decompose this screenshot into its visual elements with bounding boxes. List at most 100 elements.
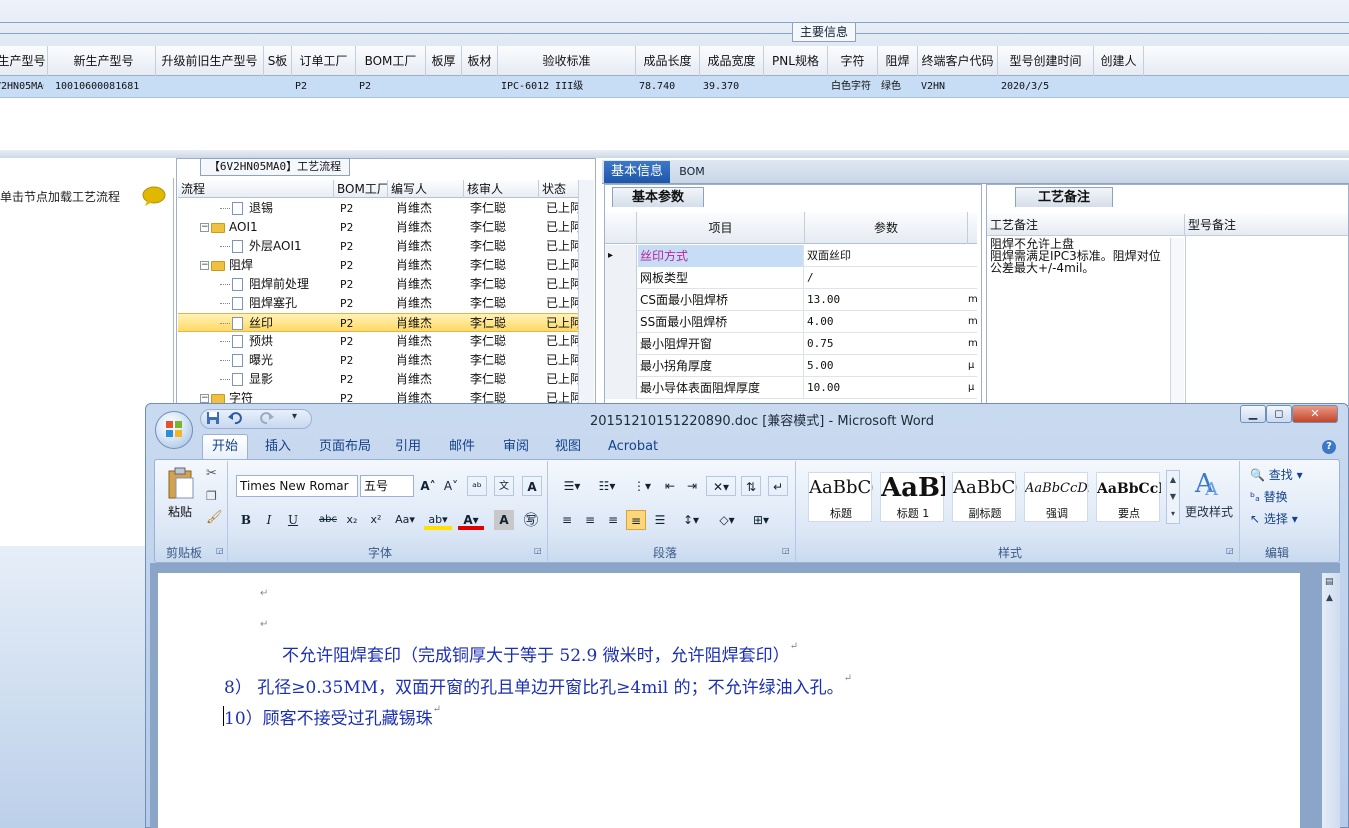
character-border-icon[interactable]: A [522,476,542,496]
grid-column-header[interactable]: 型号创建时间 [998,46,1094,76]
sort-icon[interactable]: ⇅ [741,476,761,496]
splitter[interactable] [0,150,1349,158]
tree-row[interactable]: 预烘 P2 肖维杰 李仁聪 已上阿 [178,332,578,351]
find-button[interactable]: 🔍 查找 ▾ [1250,466,1303,484]
param-value[interactable]: 4.00 [805,311,968,333]
highlight-color-icon[interactable]: ab▾ [424,510,452,530]
text-direction-icon[interactable]: ✕▾ [706,476,736,496]
tree-row[interactable]: 曝光 P2 肖维杰 李仁聪 已上阿 [178,351,578,370]
param-row[interactable]: 网板类型 / [605,267,977,289]
help-icon[interactable]: ? [1322,440,1336,454]
tab-insert[interactable]: 插入 [265,436,291,458]
change-case-icon[interactable]: Aa▾ [392,510,418,530]
param-row[interactable]: CS面最小阻焊桥13.00mi [605,289,977,311]
select-button[interactable]: ↖ 选择 ▾ [1250,510,1298,528]
grid-column-header[interactable]: 新生产型号 [52,46,156,76]
numbering-icon[interactable]: ☷▾ [592,476,622,496]
param-row[interactable]: SS面最小阻焊桥4.00mi [605,311,977,333]
tree-column-header[interactable]: 编写人 [388,180,464,198]
tree-column-header[interactable]: BOM工厂 [334,180,388,198]
tree-row[interactable]: 阻焊前处理 P2 肖维杰 李仁聪 已上阿 [178,275,578,294]
shading-icon[interactable]: ◇▾ [712,510,742,530]
replace-button[interactable]: ᵇₐ 替换 [1250,488,1288,506]
style-5[interactable]: AaBbCcD 要点 [1096,472,1161,522]
tree-row[interactable]: 阻焊塞孔 P2 肖维杰 李仁聪 已上阿 [178,294,578,313]
dialog-launcher-icon[interactable]: ◲ [216,546,224,555]
grid-column-header[interactable]: 板厚 [426,46,462,76]
format-painter-icon[interactable]: 🖌 [206,510,223,525]
param-value[interactable]: 13.00 [805,289,968,311]
grid-column-header[interactable]: 终端客户代码 [918,46,998,76]
change-styles-icon[interactable]: AA [1193,468,1223,498]
tree-row[interactable]: − 阻焊 P2 肖维杰 李仁聪 已上阿 [178,256,578,275]
paste-icon[interactable] [166,466,196,500]
increase-indent-icon[interactable]: ⇥ [682,476,702,496]
collapse-icon[interactable]: − [200,394,209,403]
subscript-icon[interactable]: x₂ [342,510,362,530]
line-spacing-icon[interactable]: ↕▾ [676,510,706,530]
tree-column-header[interactable]: 流程 [178,180,334,198]
align-left-icon[interactable]: ≡ [557,510,577,530]
tab-bom[interactable]: BOM [672,161,712,183]
ruler-toggle-icon[interactable]: ▤ [1325,577,1334,587]
tree-scrollbar[interactable] [578,180,594,406]
bold-icon[interactable]: B [236,510,256,530]
document-page[interactable] [157,573,1300,828]
param-row[interactable]: 最小阻焊开窗0.75mi [605,333,977,355]
italic-icon[interactable]: I [259,510,279,530]
underline-icon[interactable]: U [283,510,303,530]
grid-column-header[interactable]: 生产型号 [0,46,48,76]
dialog-launcher-icon[interactable]: ◲ [534,546,542,555]
grow-font-icon[interactable]: A˄ [418,476,438,496]
character-shading-icon[interactable]: A [494,510,514,530]
font-color-icon[interactable]: A▾ [458,510,484,530]
grid-column-header[interactable]: S板 [264,46,292,76]
minimize-button[interactable]: ▁ [1240,405,1266,423]
grid-column-header[interactable]: 成品宽度 [700,46,764,76]
collapse-icon[interactable]: − [200,223,209,232]
enclose-characters-icon[interactable]: ㊢ [521,510,541,530]
tab-home[interactable]: 开始 [202,434,248,460]
tab-basic-info[interactable]: 基本信息 [604,161,670,183]
tab-page-layout[interactable]: 页面布局 [319,436,371,458]
font-size-combo[interactable]: 五号 [360,475,414,497]
style-2[interactable]: AaBl 标题 1 [880,472,945,522]
phonetic-guide-icon[interactable]: 文 [494,476,514,496]
tab-mailings[interactable]: 邮件 [449,436,475,458]
doc-line-1[interactable]: 不允许阻焊套印（完成铜厚大于等于 52.9 微米时，允许阻焊套印） ↵ [282,641,798,666]
param-value[interactable]: 10.00 [805,377,968,399]
doc-line-2[interactable]: 8） 孔径≥0.35MM，双面开窗的孔且单边开窗比孔≥4mil 的；不允许绿油入… [224,673,852,698]
paste-button[interactable]: 粘贴 [168,503,192,520]
param-row[interactable]: 最小导体表面阻焊厚度 10.00 μ [605,377,977,399]
dialog-launcher-icon[interactable]: ◲ [1226,546,1234,555]
param-value[interactable]: 双面丝印 [805,245,968,267]
chat-bubble-icon[interactable] [142,186,166,206]
vertical-scrollbar[interactable]: ▤ ▲ [1322,573,1340,828]
grid-column-header[interactable]: 验收标准 [498,46,636,76]
tree-row[interactable]: 外层AOI1 P2 肖维杰 李仁聪 已上阿 [178,237,578,256]
cut-icon[interactable]: ✂ [206,466,217,481]
grid-column-header[interactable]: BOM工厂 [356,46,426,76]
justify-icon[interactable]: ≡ [626,510,646,530]
grid-column-header[interactable]: 创建人 [1094,46,1144,76]
style-4[interactable]: AaBbCcDı 强调 [1024,472,1089,522]
decrease-indent-icon[interactable]: ⇤ [660,476,680,496]
param-value[interactable]: / [805,267,968,289]
tab-acrobat[interactable]: Acrobat [608,436,658,458]
align-right-icon[interactable]: ≡ [603,510,623,530]
tab-references[interactable]: 引用 [395,436,421,458]
style-3[interactable]: AaBbC(副标题 [952,472,1017,522]
tree-row[interactable]: 退锡 P2 肖维杰 李仁聪 已上阿 [178,199,578,218]
grid-row[interactable]: V2HN05MA0 10010600081681 P2 P2 IPC-6012 III级… [0,76,1349,98]
param-row[interactable]: 最小拐角厚度 5.00 μ [605,355,977,377]
multilevel-list-icon[interactable]: ⋮▾ [627,476,657,496]
tab-review[interactable]: 审阅 [503,436,529,458]
tree-row[interactable]: − AOI1 P2 肖维杰 李仁聪 已上阿 [178,218,578,237]
process-remark-text[interactable]: 阻焊不允许上盘 阻焊需满足IPC3标准。阻焊对位 公差最大+/-4mil。 [990,238,1170,274]
strikethrough-icon[interactable]: abc [318,510,338,530]
undo-icon[interactable] [228,411,242,425]
maximize-button[interactable]: ◻ [1266,405,1292,423]
bullets-icon[interactable]: ☰▾ [557,476,587,496]
dialog-launcher-icon[interactable]: ◲ [782,546,790,555]
grid-column-header[interactable]: 字符 [828,46,878,76]
